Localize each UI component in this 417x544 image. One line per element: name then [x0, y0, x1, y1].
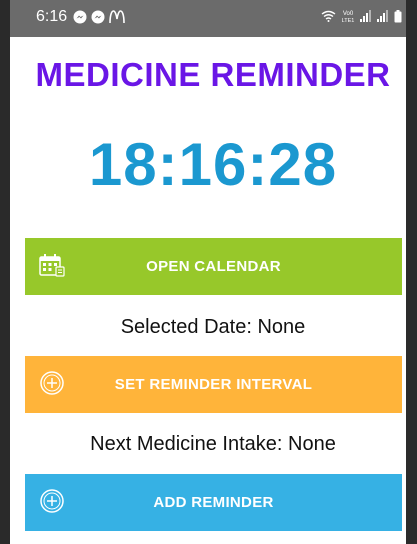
messenger-icon — [91, 10, 105, 24]
status-time: 6:16 — [36, 8, 68, 25]
system-status-icons: Vo0 LTE1 — [321, 9, 402, 23]
svg-text:LTE1: LTE1 — [342, 18, 355, 23]
status-bar: 6:16 Vo0 LTE1 — [10, 0, 416, 37]
open-calendar-label: OPEN CALENDAR — [146, 258, 281, 275]
set-reminder-interval-label: SET REMINDER INTERVAL — [114, 376, 313, 393]
mcdonalds-icon — [109, 10, 125, 24]
app-title: MEDICINE REMINDER — [35, 56, 391, 93]
calendar-icon — [39, 253, 65, 281]
signal-icon — [377, 10, 389, 22]
app-screen: 6:16 Vo0 LTE1 MEDICINE REMINDER 18:16:28… — [10, 0, 416, 544]
open-calendar-button[interactable]: OPEN CALENDAR — [25, 238, 402, 295]
set-reminder-interval-button[interactable]: SET REMINDER INTERVAL — [25, 356, 402, 413]
add-reminder-label: ADD REMINDER — [153, 494, 274, 511]
window-edge — [406, 0, 417, 544]
messenger-icon — [73, 10, 87, 24]
selected-date-text: Selected Date: None — [120, 316, 306, 338]
clock-display: 18:16:28 — [88, 131, 338, 198]
add-circle-icon — [39, 370, 65, 400]
next-intake-text: Next Medicine Intake: None — [90, 433, 336, 455]
add-reminder-button[interactable]: ADD REMINDER — [25, 474, 402, 531]
add-circle-icon — [39, 488, 65, 518]
signal-icon — [360, 10, 372, 22]
wifi-icon — [321, 10, 336, 22]
volte-icon: Vo0 LTE1 — [341, 9, 355, 23]
battery-icon — [394, 9, 402, 23]
notification-icons — [73, 10, 125, 24]
svg-text:Vo0: Vo0 — [343, 11, 354, 17]
